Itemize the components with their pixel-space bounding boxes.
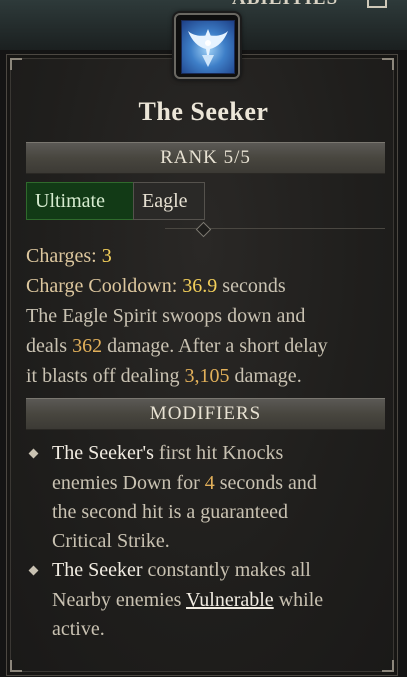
tag-ultimate: Ultimate — [26, 182, 136, 220]
corner-ornament-icon — [382, 58, 394, 70]
desc-text: deals — [26, 335, 73, 357]
modifier-2-line-1: The Seeker constantly makes all — [52, 559, 311, 582]
tag-eagle: Eagle — [133, 182, 205, 220]
modifiers-banner: MODIFIERS — [26, 398, 385, 430]
modifier-2-line-3: active. — [52, 618, 105, 640]
cooldown-line: Charge Cooldown: 36.9 seconds — [26, 275, 286, 298]
eagle-spirit-icon — [181, 20, 235, 74]
abilities-label: ABILITIES — [232, 0, 338, 10]
corner-ornament-icon — [10, 660, 22, 672]
description-line-2: deals 362 damage. After a short delay — [26, 335, 328, 358]
damage-value-2: 3,105 — [184, 365, 230, 387]
desc-text: damage. After a short delay — [102, 335, 328, 357]
skill-title: The Seeker — [138, 97, 269, 126]
corner-ornament-icon — [10, 58, 22, 70]
charges-line: Charges: 3 — [26, 245, 112, 268]
mod-text: Nearby enemies — [52, 589, 187, 611]
corner-bracket-icon — [367, 0, 387, 8]
modifier-1-line-2: enemies Down for 4 seconds and — [52, 472, 317, 495]
mod-text: while — [273, 589, 324, 611]
mod-text: enemies Down for — [52, 472, 205, 494]
modifier-2-line-2: Nearby enemies Vulnerable while — [52, 589, 323, 612]
cooldown-label: Charge Cooldown: — [26, 275, 178, 297]
desc-text: damage. — [229, 365, 302, 387]
modifier-1-line-3: the second hit is a guaranteed — [52, 501, 289, 523]
skill-name-ref: The Seeker's — [52, 442, 154, 464]
mod-text: seconds and — [214, 472, 317, 494]
corner-ornament-icon — [382, 660, 394, 672]
damage-value-1: 362 — [72, 335, 103, 357]
description-line-3: it blasts off dealing 3,105 damage. — [26, 365, 302, 388]
charges-label: Charges: — [26, 245, 97, 267]
skill-name-ref: The Seeker — [52, 559, 143, 581]
modifier-1-line-4: Critical Strike. — [52, 530, 170, 552]
skill-icon-frame — [174, 13, 240, 79]
mod-text: first hit Knocks — [153, 442, 284, 464]
cooldown-unit: seconds — [222, 275, 286, 297]
mod-text: constantly makes all — [142, 559, 311, 581]
cooldown-value: 36.9 — [182, 275, 218, 297]
rank-banner: RANK 5/5 — [26, 142, 385, 174]
vulnerable-keyword-link[interactable]: Vulnerable — [186, 589, 274, 611]
modifier-1-line-1: The Seeker's first hit Knocks — [52, 442, 283, 465]
knockdown-duration: 4 — [204, 472, 215, 494]
desc-text: it blasts off dealing — [26, 365, 185, 387]
description-line-1: The Eagle Spirit swoops down and — [26, 305, 306, 327]
charges-value: 3 — [101, 245, 112, 267]
